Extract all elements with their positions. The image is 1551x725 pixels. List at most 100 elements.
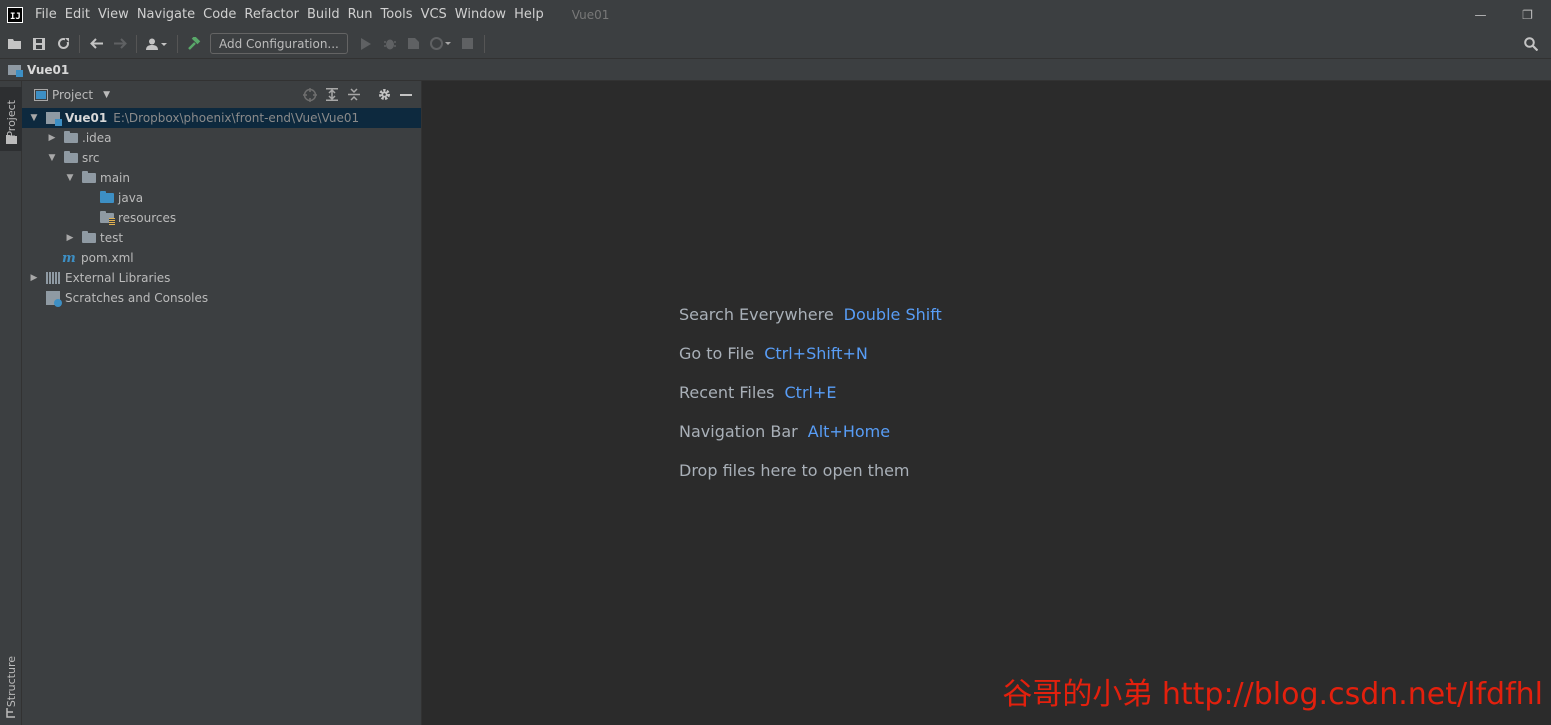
sync-icon[interactable] [51, 32, 75, 56]
folder-icon [64, 151, 78, 163]
tree-node-label: .idea [82, 131, 112, 145]
editor-area[interactable]: Search Everywhere Double Shift Go to Fil… [423, 81, 1551, 725]
project-view-icon [34, 88, 48, 101]
hint-label: Drop files here to open them [679, 461, 910, 480]
tree-node-pom-xml[interactable]: m pom.xml [22, 248, 421, 268]
menu-bar: IJ File Edit View Navigate Code Refactor… [0, 0, 1551, 29]
open-icon[interactable] [3, 32, 27, 56]
gear-icon[interactable] [373, 84, 395, 106]
hint-drop-files: Drop files here to open them [679, 461, 942, 500]
debug-icon[interactable] [378, 32, 402, 56]
toolbar-separator [79, 34, 80, 53]
chevron-down-icon[interactable]: ▼ [103, 90, 110, 100]
run-icon[interactable] [354, 32, 378, 56]
build-hammer-icon[interactable] [182, 32, 206, 56]
back-icon[interactable] [84, 32, 108, 56]
menu-vcs[interactable]: VCS [419, 7, 453, 22]
window-title: Vue01 [571, 7, 610, 22]
empty-editor-hints: Search Everywhere Double Shift Go to Fil… [679, 305, 942, 500]
menu-edit[interactable]: Edit [63, 7, 96, 22]
coverage-icon[interactable] [402, 32, 426, 56]
left-tool-strip: Project Structure [0, 81, 22, 725]
hint-shortcut: Ctrl+E [784, 383, 837, 402]
chevron-right-icon[interactable]: ▶ [62, 233, 78, 243]
tree-node-resources[interactable]: resources [22, 208, 421, 228]
menu-code[interactable]: Code [201, 7, 242, 22]
collapse-all-icon[interactable] [343, 84, 365, 106]
tree-node-label: main [100, 171, 130, 185]
tree-node-label: java [118, 191, 144, 205]
tree-node-external-libraries[interactable]: ▶ External Libraries [22, 268, 421, 288]
hint-go-to-file: Go to File Ctrl+Shift+N [679, 344, 942, 383]
hide-panel-icon[interactable] [395, 84, 417, 106]
menu-file[interactable]: File [33, 7, 63, 22]
tree-node-scratches[interactable]: Scratches and Consoles [22, 288, 421, 308]
maven-icon: m [62, 250, 76, 266]
hint-shortcut: Alt+Home [807, 422, 891, 441]
chevron-down-icon[interactable]: ▼ [62, 173, 78, 183]
restore-button[interactable]: ❐ [1504, 0, 1551, 29]
breadcrumb-project[interactable]: Vue01 [27, 63, 69, 77]
stop-icon[interactable] [456, 32, 480, 56]
locate-icon[interactable] [299, 84, 321, 106]
menu-help[interactable]: Help [512, 7, 550, 22]
search-icon[interactable] [1519, 32, 1543, 56]
tree-node-label: Scratches and Consoles [65, 291, 209, 305]
tree-node-path: E:\Dropbox\phoenix\front-end\Vue\Vue01 [113, 111, 360, 125]
folder-icon [0, 132, 22, 146]
tree-node-label: External Libraries [65, 271, 171, 285]
project-view-selector[interactable]: Project [52, 88, 93, 102]
add-configuration-button[interactable]: Add Configuration... [210, 33, 348, 54]
menu-refactor[interactable]: Refactor [242, 7, 305, 22]
menu-window[interactable]: Window [453, 7, 512, 22]
folder-icon [82, 231, 96, 243]
chevron-right-icon[interactable]: ▶ [26, 273, 42, 283]
project-panel: Project ▼ ▼ Vue01 E:\Dropbox\phoenix\fro… [22, 81, 422, 725]
hint-shortcut: Double Shift [843, 305, 942, 324]
structure-icon [0, 707, 22, 719]
tree-node-main[interactable]: ▼ main [22, 168, 421, 188]
tree-node-java[interactable]: java [22, 188, 421, 208]
chevron-down-icon[interactable]: ▼ [44, 153, 60, 163]
tab-structure-label: Structure [4, 656, 18, 708]
tree-node-vue01[interactable]: ▼ Vue01 E:\Dropbox\phoenix\front-end\Vue… [22, 108, 421, 128]
tree-node-src[interactable]: ▼ src [22, 148, 421, 168]
chevron-down-icon[interactable]: ▼ [26, 113, 42, 123]
hint-label: Navigation Bar [679, 422, 798, 441]
chevron-right-icon[interactable]: ▶ [44, 133, 60, 143]
project-panel-header: Project ▼ [22, 81, 421, 108]
folder-icon [82, 171, 96, 183]
tree-node-label: Vue01 [65, 111, 108, 125]
tree-node-idea[interactable]: ▶ .idea [22, 128, 421, 148]
toolbar-separator [136, 34, 137, 53]
user-icon[interactable] [141, 32, 173, 56]
module-icon [46, 112, 62, 126]
save-icon[interactable] [27, 32, 51, 56]
hint-label: Recent Files [679, 383, 775, 402]
menu-build[interactable]: Build [305, 7, 346, 22]
forward-icon[interactable] [108, 32, 132, 56]
expand-all-icon[interactable] [321, 84, 343, 106]
hint-label: Go to File [679, 344, 755, 363]
main-toolbar: Add Configuration... [0, 29, 1551, 58]
toolbar-separator [177, 34, 178, 53]
tree-node-test[interactable]: ▶ test [22, 228, 421, 248]
watermark-text: 谷哥的小弟 http://blog.csdn.net/lfdfhl [1002, 677, 1543, 712]
profile-icon[interactable] [426, 32, 456, 56]
tree-node-label: src [82, 151, 100, 165]
intellij-logo-icon[interactable]: IJ [7, 6, 23, 23]
menu-tools[interactable]: Tools [379, 7, 419, 22]
tree-node-label: pom.xml [81, 251, 134, 265]
tree-node-label: resources [118, 211, 177, 225]
minimize-button[interactable]: — [1457, 0, 1504, 29]
toolbar-separator [483, 34, 485, 53]
source-folder-icon [100, 191, 114, 203]
module-icon [8, 64, 23, 77]
scratches-icon [46, 291, 62, 307]
menu-run[interactable]: Run [346, 7, 379, 22]
hint-recent-files: Recent Files Ctrl+E [679, 383, 942, 422]
tab-structure[interactable]: Structure [0, 651, 22, 713]
menu-navigate[interactable]: Navigate [135, 7, 201, 22]
hint-search-everywhere: Search Everywhere Double Shift [679, 305, 942, 344]
menu-view[interactable]: View [96, 7, 135, 22]
